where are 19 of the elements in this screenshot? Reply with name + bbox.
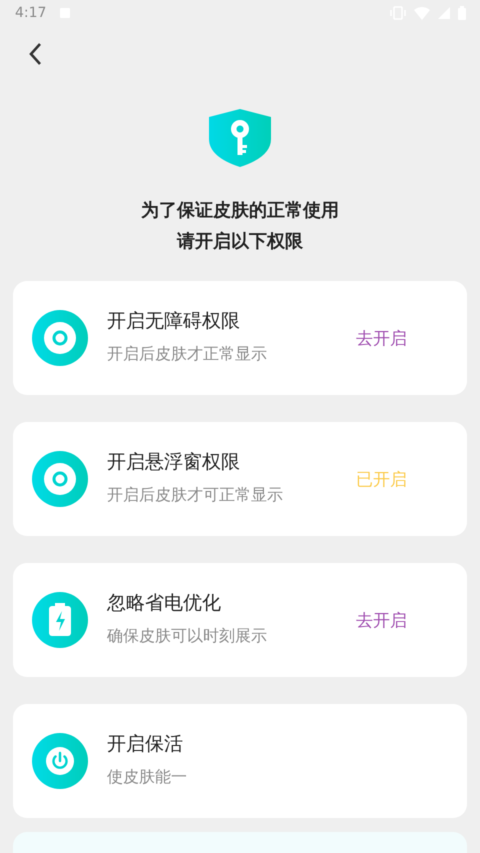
permission-title: 开启悬浮窗权限 — [107, 450, 241, 474]
heading-text: 为了保证皮肤的正常使用 — [141, 199, 339, 223]
permission-description: 开启后皮肤才可正常显示 — [107, 484, 284, 506]
permission-title: 开启无障碍权限 — [107, 308, 241, 334]
permission-action-link[interactable]: 去开启 — [356, 326, 407, 350]
permission-title: 忽略省电优化 — [107, 590, 222, 616]
permission-description: 使皮肤能一 — [107, 766, 188, 788]
permission-title: 开启保活 — [107, 732, 184, 756]
ring-icon — [32, 451, 88, 507]
back-icon[interactable] — [28, 42, 42, 66]
permission-description: 开启后皮肤才正常显示 — [107, 344, 268, 364]
ring-icon — [32, 310, 88, 366]
permission-description: 确保皮肤可以时刻展示 — [107, 626, 268, 646]
permission-action-link[interactable]: 去开启 — [356, 608, 407, 632]
battery-icon — [32, 592, 88, 648]
shield-key-icon — [209, 109, 271, 167]
status-time: 4:17 — [15, 5, 46, 21]
power-icon — [32, 733, 88, 789]
heading-text: 请开启以下权限 — [177, 230, 303, 254]
